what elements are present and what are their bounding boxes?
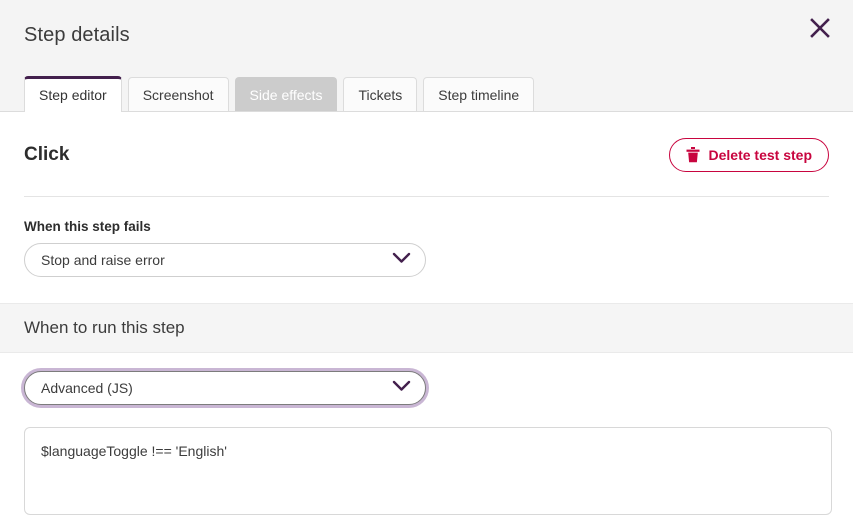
- panel-header: Step details: [0, 0, 853, 70]
- tab-label: Side effects: [249, 86, 323, 103]
- step-header-row: Click Delete test step: [0, 112, 853, 174]
- on-failure-label: When this step fails: [24, 219, 151, 234]
- when-to-run-title: When to run this step: [24, 318, 185, 337]
- close-icon: [808, 16, 832, 40]
- chevron-down-icon: [392, 251, 411, 269]
- when-to-run-body: Advanced (JS): [0, 353, 853, 520]
- condition-expression-input[interactable]: [24, 427, 832, 515]
- on-failure-select[interactable]: Stop and raise error: [24, 243, 426, 277]
- tab-screenshot[interactable]: Screenshot: [127, 77, 229, 111]
- tab-step-editor[interactable]: Step editor: [24, 76, 122, 112]
- delete-test-step-label: Delete test step: [708, 147, 812, 163]
- trash-icon: [686, 147, 700, 163]
- tab-label: Screenshot: [142, 86, 214, 103]
- tab-label: Tickets: [358, 86, 403, 103]
- panel-body: Click Delete test step When this step fa…: [0, 112, 853, 520]
- close-button[interactable]: [803, 11, 837, 45]
- when-to-run-section-header: When to run this step: [0, 303, 853, 353]
- step-details-panel: Step details Step editor Screenshot Side…: [0, 0, 853, 520]
- tab-label: Step editor: [39, 87, 107, 103]
- delete-test-step-button[interactable]: Delete test step: [668, 138, 829, 172]
- tab-side-effects: Side effects: [234, 77, 338, 111]
- on-failure-field-group: When this step fails Stop and raise erro…: [0, 197, 853, 303]
- page-title: Step details: [24, 23, 130, 46]
- when-to-run-selected-value: Advanced (JS): [41, 380, 133, 396]
- on-failure-selected-value: Stop and raise error: [41, 252, 165, 268]
- tab-label: Step timeline: [438, 86, 520, 103]
- when-to-run-mode-select[interactable]: Advanced (JS): [24, 371, 426, 405]
- tab-tickets[interactable]: Tickets: [343, 77, 418, 111]
- tab-step-timeline[interactable]: Step timeline: [423, 77, 535, 111]
- step-action-title: Click: [24, 144, 70, 165]
- chevron-down-icon: [392, 379, 411, 397]
- tab-strip: Step editor Screenshot Side effects Tick…: [0, 70, 853, 112]
